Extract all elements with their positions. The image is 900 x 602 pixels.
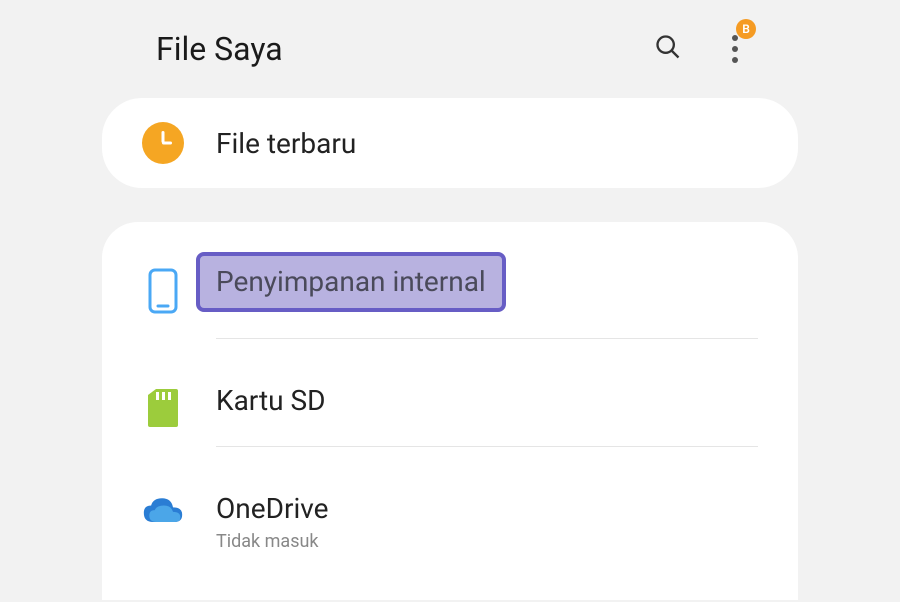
- recent-files-card[interactable]: File terbaru: [102, 98, 798, 188]
- phone-icon: [148, 268, 178, 314]
- storage-item-onedrive[interactable]: OneDrive Tidak masuk: [142, 469, 758, 600]
- onedrive-icon: [142, 495, 184, 527]
- storage-sublabel: Tidak masuk: [216, 531, 758, 552]
- search-button[interactable]: [654, 33, 682, 65]
- recent-files-label: File terbaru: [216, 127, 356, 160]
- more-options-button[interactable]: B: [722, 31, 748, 67]
- app-header: File Saya B: [102, 0, 798, 98]
- storage-item-internal[interactable]: Penyimpanan internal: [142, 242, 758, 361]
- search-icon: [654, 33, 682, 61]
- storage-label: Kartu SD: [216, 383, 758, 419]
- page-title: File Saya: [156, 30, 634, 68]
- storage-label: Penyimpanan internal: [216, 264, 486, 300]
- notification-badge: B: [736, 19, 756, 39]
- storage-item-sdcard[interactable]: Kartu SD: [142, 361, 758, 468]
- clock-icon: [142, 122, 184, 164]
- storage-label: OneDrive: [216, 491, 758, 527]
- highlighted-selection: Penyimpanan internal: [196, 252, 506, 312]
- storage-list-card: Penyimpanan internal Kartu SD: [102, 222, 798, 600]
- sd-card-icon: [146, 387, 180, 429]
